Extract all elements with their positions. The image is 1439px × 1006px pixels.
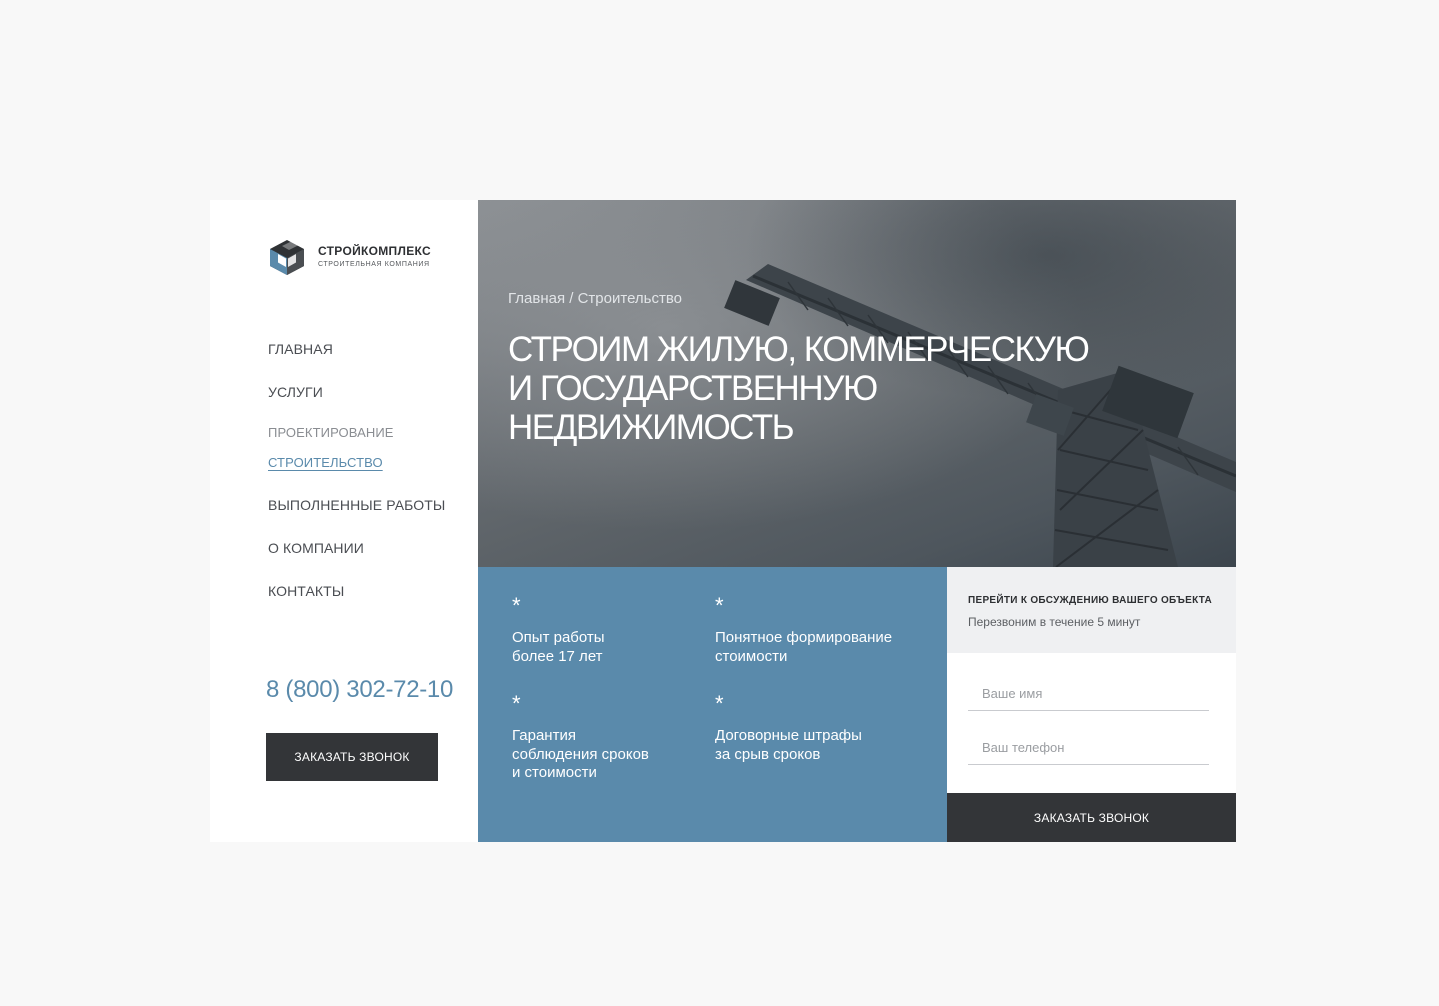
- brand-name: СТРОЙКОМПЛЕКС: [318, 244, 431, 258]
- feature-pricing: * Понятное формирование стоимости: [715, 595, 915, 666]
- asterisk-icon: *: [512, 691, 521, 716]
- logo[interactable]: СТРОЙКОМПЛЕКС СТРОИТЕЛЬНАЯ КОМПАНИЯ: [266, 238, 431, 276]
- nav-item-services[interactable]: УСЛУГИ: [268, 384, 323, 400]
- feature-text: Понятное формирование стоимости: [715, 629, 893, 665]
- features-block: * Опыт работы более 17 лет * Понятное фо…: [478, 567, 947, 842]
- feature-text: Договорные штрафы за срыв сроков: [715, 727, 862, 763]
- form-header: ПЕРЕЙТИ К ОБСУЖДЕНИЮ ВАШЕГО ОБЪЕКТА Пере…: [947, 567, 1236, 653]
- asterisk-icon: *: [715, 593, 724, 618]
- callback-button[interactable]: ЗАКАЗАТЬ ЗВОНОК: [266, 733, 438, 781]
- brand-tagline: СТРОИТЕЛЬНАЯ КОМПАНИЯ: [318, 261, 430, 268]
- submit-callback-button[interactable]: ЗАКАЗАТЬ ЗВОНОК: [947, 793, 1236, 842]
- nav-item-design[interactable]: ПРОЕКТИРОВАНИЕ: [268, 425, 394, 440]
- feature-penalties: * Договорные штрафы за срыв сроков: [715, 693, 915, 764]
- nav-item-home[interactable]: ГЛАВНАЯ: [268, 341, 333, 357]
- nav-item-about[interactable]: О КОМПАНИИ: [268, 540, 364, 556]
- name-field[interactable]: [968, 677, 1209, 711]
- form-title: ПЕРЕЙТИ К ОБСУЖДЕНИЮ ВАШЕГО ОБЪЕКТА: [968, 595, 1213, 606]
- asterisk-icon: *: [715, 691, 724, 716]
- nav-item-construction[interactable]: СТРОИТЕЛЬСТВО: [268, 455, 383, 470]
- page-title: СТРОИМ ЖИЛУЮ, КОММЕРЧЕСКУЮ И ГОСУДАРСТВЕ…: [508, 330, 1090, 447]
- breadcrumb[interactable]: Главная / Строительство: [508, 290, 682, 307]
- phone-number[interactable]: 8 (800) 302-72-10: [266, 676, 453, 704]
- page-card: СТРОЙКОМПЛЕКС СТРОИТЕЛЬНАЯ КОМПАНИЯ ГЛАВ…: [210, 200, 1236, 842]
- callback-form: ПЕРЕЙТИ К ОБСУЖДЕНИЮ ВАШЕГО ОБЪЕКТА Пере…: [947, 567, 1236, 842]
- feature-experience: * Опыт работы более 17 лет: [512, 595, 712, 666]
- form-subtitle: Перезвоним в течение 5 минут: [968, 615, 1141, 629]
- feature-text: Гарантия соблюдения сроков и стоимости: [512, 727, 649, 781]
- nav-item-completed-works[interactable]: ВЫПОЛНЕННЫЕ РАБОТЫ: [268, 497, 445, 513]
- feature-text: Опыт работы более 17 лет: [512, 629, 605, 665]
- phone-field[interactable]: [968, 731, 1209, 765]
- asterisk-icon: *: [512, 593, 521, 618]
- building-blocks-logo-icon: [270, 240, 304, 275]
- feature-guarantee: * Гарантия соблюдения сроков и стоимости: [512, 693, 712, 783]
- sidebar: СТРОЙКОМПЛЕКС СТРОИТЕЛЬНАЯ КОМПАНИЯ ГЛАВ…: [210, 200, 478, 842]
- nav-item-contacts[interactable]: КОНТАКТЫ: [268, 583, 344, 599]
- hero-banner: Главная / Строительство СТРОИМ ЖИЛУЮ, КО…: [478, 200, 1236, 567]
